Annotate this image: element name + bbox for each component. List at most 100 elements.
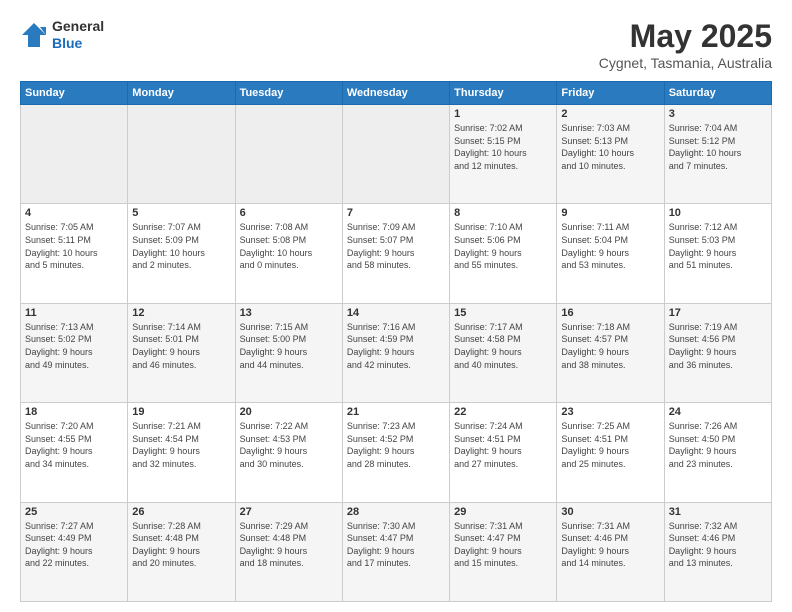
calendar-table: SundayMondayTuesdayWednesdayThursdayFrid… bbox=[20, 81, 772, 602]
day-info: Sunrise: 7:11 AM Sunset: 5:04 PM Dayligh… bbox=[561, 221, 659, 271]
calendar-cell: 28 Sunrise: 7:30 AM Sunset: 4:47 PM Dayli… bbox=[342, 502, 449, 601]
day-info: Sunrise: 7:29 AM Sunset: 4:48 PM Dayligh… bbox=[240, 520, 338, 570]
calendar-cell: 13 Sunrise: 7:15 AM Sunset: 5:00 PM Dayli… bbox=[235, 303, 342, 402]
day-info: Sunrise: 7:19 AM Sunset: 4:56 PM Dayligh… bbox=[669, 321, 767, 371]
calendar-cell: 3 Sunrise: 7:04 AM Sunset: 5:12 PM Daylig… bbox=[664, 105, 771, 204]
calendar-cell: 17 Sunrise: 7:19 AM Sunset: 4:56 PM Dayli… bbox=[664, 303, 771, 402]
calendar-week-3: 11 Sunrise: 7:13 AM Sunset: 5:02 PM Dayli… bbox=[21, 303, 772, 402]
day-number: 15 bbox=[454, 307, 552, 319]
day-info: Sunrise: 7:13 AM Sunset: 5:02 PM Dayligh… bbox=[25, 321, 123, 371]
day-info: Sunrise: 7:05 AM Sunset: 5:11 PM Dayligh… bbox=[25, 221, 123, 271]
header: General Blue May 2025 Cygnet, Tasmania, … bbox=[20, 18, 772, 71]
day-info: Sunrise: 7:27 AM Sunset: 4:49 PM Dayligh… bbox=[25, 520, 123, 570]
day-info: Sunrise: 7:12 AM Sunset: 5:03 PM Dayligh… bbox=[669, 221, 767, 271]
day-number: 4 bbox=[25, 207, 123, 219]
day-info: Sunrise: 7:14 AM Sunset: 5:01 PM Dayligh… bbox=[132, 321, 230, 371]
day-info: Sunrise: 7:09 AM Sunset: 5:07 PM Dayligh… bbox=[347, 221, 445, 271]
day-number: 23 bbox=[561, 406, 659, 418]
logo-blue-text: Blue bbox=[52, 35, 104, 52]
day-number: 19 bbox=[132, 406, 230, 418]
calendar-cell: 7 Sunrise: 7:09 AM Sunset: 5:07 PM Daylig… bbox=[342, 204, 449, 303]
calendar-cell: 27 Sunrise: 7:29 AM Sunset: 4:48 PM Dayli… bbox=[235, 502, 342, 601]
calendar-cell: 10 Sunrise: 7:12 AM Sunset: 5:03 PM Dayli… bbox=[664, 204, 771, 303]
calendar-cell: 16 Sunrise: 7:18 AM Sunset: 4:57 PM Dayli… bbox=[557, 303, 664, 402]
day-info: Sunrise: 7:22 AM Sunset: 4:53 PM Dayligh… bbox=[240, 420, 338, 470]
calendar-header-wednesday: Wednesday bbox=[342, 82, 449, 105]
day-info: Sunrise: 7:23 AM Sunset: 4:52 PM Dayligh… bbox=[347, 420, 445, 470]
calendar-cell: 11 Sunrise: 7:13 AM Sunset: 5:02 PM Dayli… bbox=[21, 303, 128, 402]
day-number: 12 bbox=[132, 307, 230, 319]
day-number: 13 bbox=[240, 307, 338, 319]
calendar-cell bbox=[342, 105, 449, 204]
day-number: 8 bbox=[454, 207, 552, 219]
calendar-cell: 5Sunrise: 7:07 AM Sunset: 5:09 PM Daylig… bbox=[128, 204, 235, 303]
logo-icon bbox=[20, 21, 48, 49]
calendar-week-1: 1Sunrise: 7:02 AM Sunset: 5:15 PM Daylig… bbox=[21, 105, 772, 204]
logo-general-text: General bbox=[52, 18, 104, 35]
calendar-cell: 23 Sunrise: 7:25 AM Sunset: 4:51 PM Dayli… bbox=[557, 403, 664, 502]
day-number: 16 bbox=[561, 307, 659, 319]
calendar-cell: 26 Sunrise: 7:28 AM Sunset: 4:48 PM Dayli… bbox=[128, 502, 235, 601]
calendar-week-5: 25 Sunrise: 7:27 AM Sunset: 4:49 PM Dayli… bbox=[21, 502, 772, 601]
subtitle: Cygnet, Tasmania, Australia bbox=[599, 55, 772, 71]
calendar-header-tuesday: Tuesday bbox=[235, 82, 342, 105]
day-number: 27 bbox=[240, 506, 338, 518]
calendar-cell bbox=[235, 105, 342, 204]
day-number: 18 bbox=[25, 406, 123, 418]
calendar-cell: 9 Sunrise: 7:11 AM Sunset: 5:04 PM Daylig… bbox=[557, 204, 664, 303]
calendar-header-saturday: Saturday bbox=[664, 82, 771, 105]
calendar-cell bbox=[128, 105, 235, 204]
logo: General Blue bbox=[20, 18, 104, 52]
calendar-header-row: SundayMondayTuesdayWednesdayThursdayFrid… bbox=[21, 82, 772, 105]
day-info: Sunrise: 7:04 AM Sunset: 5:12 PM Dayligh… bbox=[669, 122, 767, 172]
calendar-cell: 31Sunrise: 7:32 AM Sunset: 4:46 PM Dayli… bbox=[664, 502, 771, 601]
day-number: 2 bbox=[561, 108, 659, 120]
day-number: 7 bbox=[347, 207, 445, 219]
day-info: Sunrise: 7:16 AM Sunset: 4:59 PM Dayligh… bbox=[347, 321, 445, 371]
day-info: Sunrise: 7:25 AM Sunset: 4:51 PM Dayligh… bbox=[561, 420, 659, 470]
day-info: Sunrise: 7:30 AM Sunset: 4:47 PM Dayligh… bbox=[347, 520, 445, 570]
page: General Blue May 2025 Cygnet, Tasmania, … bbox=[0, 0, 792, 612]
day-info: Sunrise: 7:15 AM Sunset: 5:00 PM Dayligh… bbox=[240, 321, 338, 371]
day-number: 10 bbox=[669, 207, 767, 219]
day-number: 28 bbox=[347, 506, 445, 518]
day-number: 9 bbox=[561, 207, 659, 219]
day-info: Sunrise: 7:18 AM Sunset: 4:57 PM Dayligh… bbox=[561, 321, 659, 371]
calendar-cell: 8 Sunrise: 7:10 AM Sunset: 5:06 PM Daylig… bbox=[450, 204, 557, 303]
calendar-cell: 4 Sunrise: 7:05 AM Sunset: 5:11 PM Daylig… bbox=[21, 204, 128, 303]
calendar-cell: 6Sunrise: 7:08 AM Sunset: 5:08 PM Daylig… bbox=[235, 204, 342, 303]
day-number: 20 bbox=[240, 406, 338, 418]
main-title: May 2025 bbox=[599, 18, 772, 55]
calendar-cell: 20 Sunrise: 7:22 AM Sunset: 4:53 PM Dayli… bbox=[235, 403, 342, 502]
calendar-cell: 14Sunrise: 7:16 AM Sunset: 4:59 PM Dayli… bbox=[342, 303, 449, 402]
calendar-header-thursday: Thursday bbox=[450, 82, 557, 105]
day-info: Sunrise: 7:32 AM Sunset: 4:46 PM Dayligh… bbox=[669, 520, 767, 570]
calendar-cell: 19 Sunrise: 7:21 AM Sunset: 4:54 PM Dayli… bbox=[128, 403, 235, 502]
day-number: 22 bbox=[454, 406, 552, 418]
day-info: Sunrise: 7:17 AM Sunset: 4:58 PM Dayligh… bbox=[454, 321, 552, 371]
calendar-cell: 1Sunrise: 7:02 AM Sunset: 5:15 PM Daylig… bbox=[450, 105, 557, 204]
calendar-cell: 22Sunrise: 7:24 AM Sunset: 4:51 PM Dayli… bbox=[450, 403, 557, 502]
day-number: 3 bbox=[669, 108, 767, 120]
calendar-cell: 24Sunrise: 7:26 AM Sunset: 4:50 PM Dayli… bbox=[664, 403, 771, 502]
calendar-cell: 21 Sunrise: 7:23 AM Sunset: 4:52 PM Dayli… bbox=[342, 403, 449, 502]
calendar-cell: 2 Sunrise: 7:03 AM Sunset: 5:13 PM Daylig… bbox=[557, 105, 664, 204]
day-info: Sunrise: 7:03 AM Sunset: 5:13 PM Dayligh… bbox=[561, 122, 659, 172]
day-info: Sunrise: 7:08 AM Sunset: 5:08 PM Dayligh… bbox=[240, 221, 338, 271]
day-number: 25 bbox=[25, 506, 123, 518]
day-number: 30 bbox=[561, 506, 659, 518]
calendar-cell: 25 Sunrise: 7:27 AM Sunset: 4:49 PM Dayli… bbox=[21, 502, 128, 601]
day-number: 26 bbox=[132, 506, 230, 518]
day-number: 1 bbox=[454, 108, 552, 120]
day-number: 29 bbox=[454, 506, 552, 518]
day-number: 11 bbox=[25, 307, 123, 319]
day-info: Sunrise: 7:31 AM Sunset: 4:47 PM Dayligh… bbox=[454, 520, 552, 570]
day-info: Sunrise: 7:10 AM Sunset: 5:06 PM Dayligh… bbox=[454, 221, 552, 271]
day-info: Sunrise: 7:28 AM Sunset: 4:48 PM Dayligh… bbox=[132, 520, 230, 570]
day-info: Sunrise: 7:21 AM Sunset: 4:54 PM Dayligh… bbox=[132, 420, 230, 470]
calendar-week-2: 4 Sunrise: 7:05 AM Sunset: 5:11 PM Daylig… bbox=[21, 204, 772, 303]
day-number: 21 bbox=[347, 406, 445, 418]
day-info: Sunrise: 7:26 AM Sunset: 4:50 PM Dayligh… bbox=[669, 420, 767, 470]
day-number: 17 bbox=[669, 307, 767, 319]
calendar-cell: 30Sunrise: 7:31 AM Sunset: 4:46 PM Dayli… bbox=[557, 502, 664, 601]
